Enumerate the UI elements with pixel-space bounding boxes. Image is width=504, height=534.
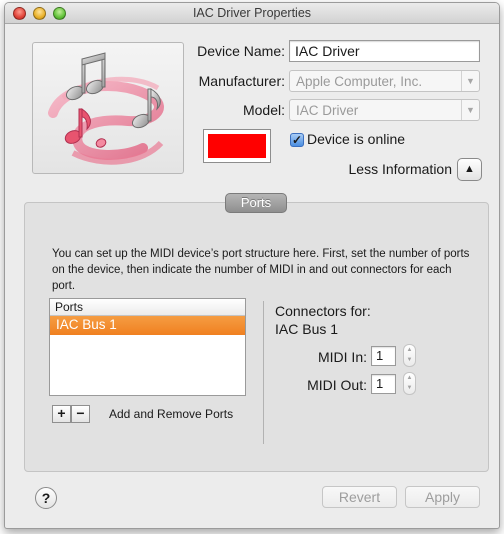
apply-button[interactable]: Apply xyxy=(405,486,480,508)
properties-window: IAC Driver Properties Device Name: IAC D… xyxy=(4,2,500,529)
device-online-checkbox[interactable]: ✓ xyxy=(290,133,304,147)
manufacturer-value: Apple Computer, Inc. xyxy=(296,74,423,89)
manufacturer-label: Manufacturer: xyxy=(198,73,285,89)
model-popup[interactable]: IAC Driver ▼ xyxy=(289,99,480,121)
midi-in-field[interactable]: 1 xyxy=(371,346,396,366)
list-item[interactable]: IAC Bus 1 xyxy=(50,316,245,335)
connectors-port-name: IAC Bus 1 xyxy=(275,321,339,337)
device-color-well[interactable] xyxy=(203,129,271,163)
device-icon-well[interactable] xyxy=(32,42,184,174)
connectors-for-label: Connectors for: xyxy=(275,303,371,319)
window-title: IAC Driver Properties xyxy=(192,6,312,20)
midi-in-stepper[interactable]: ▲ ▼ xyxy=(403,344,416,367)
midi-out-stepper[interactable]: ▲ ▼ xyxy=(403,372,416,395)
device-name-label: Device Name: xyxy=(197,43,285,59)
remove-port-button[interactable]: − xyxy=(71,405,90,423)
popup-arrow-icon: ▼ xyxy=(461,71,479,91)
midi-in-label: MIDI In: xyxy=(317,349,367,365)
model-value: IAC Driver xyxy=(296,103,359,118)
midi-notes-icon xyxy=(48,52,164,165)
ports-list-header[interactable]: Ports xyxy=(50,299,245,316)
midi-out-label: MIDI Out: xyxy=(307,377,367,393)
ports-divider xyxy=(263,301,264,444)
device-color-swatch xyxy=(208,134,266,158)
title-bar[interactable]: IAC Driver Properties xyxy=(5,3,499,24)
help-button[interactable]: ? xyxy=(35,487,57,509)
ports-tab[interactable]: Ports xyxy=(225,193,287,213)
manufacturer-popup[interactable]: Apple Computer, Inc. ▼ xyxy=(289,70,480,92)
device-online-label[interactable]: Device is online xyxy=(307,131,405,147)
ports-description: You can set up the MIDI device’s port st… xyxy=(52,248,470,292)
device-name-field[interactable]: IAC Driver xyxy=(289,40,480,62)
model-label: Model: xyxy=(242,102,285,118)
popup-arrow-icon: ▼ xyxy=(461,100,479,120)
less-information-label: Less Information xyxy=(348,161,453,177)
add-remove-ports-label: Add and Remove Ports xyxy=(109,407,234,421)
midi-out-field[interactable]: 1 xyxy=(371,374,396,394)
disclosure-triangle-button[interactable]: ▲ xyxy=(457,158,482,181)
add-port-button[interactable]: + xyxy=(52,405,71,423)
revert-button[interactable]: Revert xyxy=(322,486,397,508)
ports-list[interactable]: Ports IAC Bus 1 xyxy=(49,298,246,396)
